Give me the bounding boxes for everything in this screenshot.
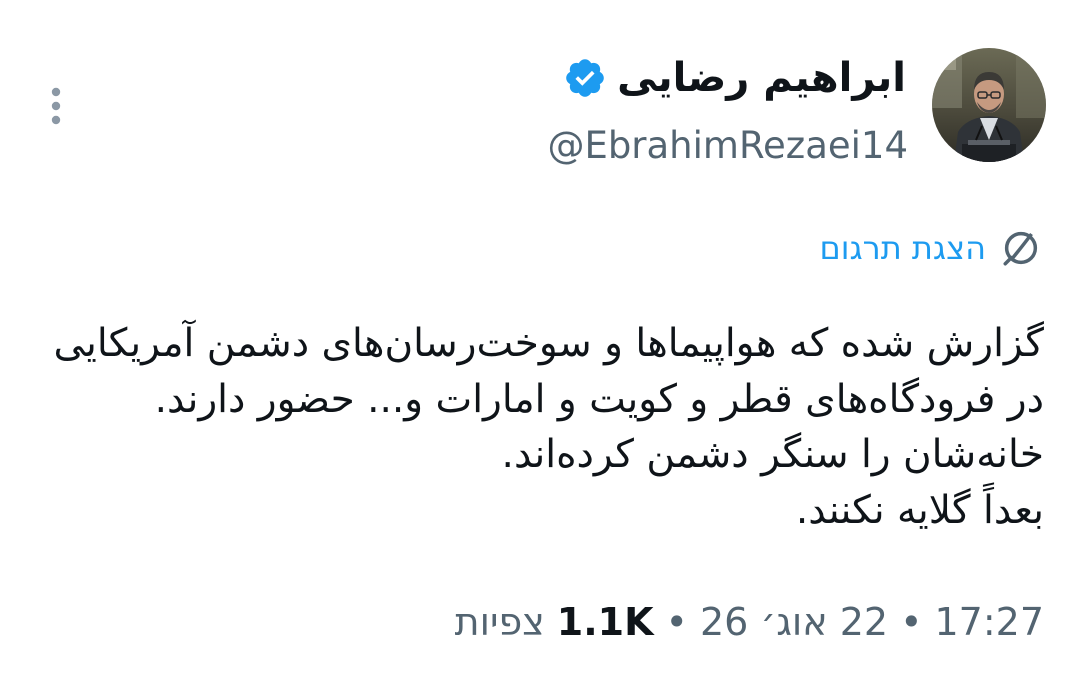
tweet-card: ابراهیم رضایی @EbrahimRezaei14 הצגת תרגו… xyxy=(0,0,1080,684)
avatar-photo xyxy=(932,48,1046,162)
views-label: צפיות xyxy=(454,600,545,644)
tweet-text-line: خانه‌شان را سنگر دشمن کرده‌اند. xyxy=(501,432,1044,477)
tweet-text-line: گزارش شده که هواپیماها و سوخت‌رسان‌های د… xyxy=(53,321,1044,366)
show-translation-label: הצגת תרגום xyxy=(819,229,986,267)
author-handle[interactable]: @EbrahimRezaei14 xyxy=(547,120,908,172)
verified-badge-icon xyxy=(566,59,604,97)
meta-separator: • xyxy=(900,600,923,644)
tweet-meta: 17:27 • 22 אוג׳ 26 • 1.1K צפיות xyxy=(455,594,1044,650)
tweet-text-line: در فرودگاه‌های قطر و کویت و امارات و... … xyxy=(154,376,1044,422)
globe-icon xyxy=(1003,231,1038,266)
views-count[interactable]: 1.1K xyxy=(557,594,654,650)
show-translation-link[interactable]: הצגת תרגום xyxy=(819,222,1042,274)
tweet-date[interactable]: 22 אוג׳ 26 xyxy=(700,594,888,650)
tweet-text-line: بعداً گلایه نکنند. xyxy=(795,487,1044,533)
author-name[interactable]: ابراهیم رضایی xyxy=(563,52,906,104)
author-display-name: ابراهیم رضایی xyxy=(617,55,906,101)
meta-separator: • xyxy=(665,600,688,644)
more-options-button[interactable] xyxy=(40,84,72,128)
tweet-text: گزارش شده که هواپیماها و سوخت‌رسان‌های د… xyxy=(44,316,1044,538)
tweet-time[interactable]: 17:27 xyxy=(934,594,1044,650)
avatar[interactable] xyxy=(932,48,1046,162)
more-vertical-icon xyxy=(51,87,61,125)
